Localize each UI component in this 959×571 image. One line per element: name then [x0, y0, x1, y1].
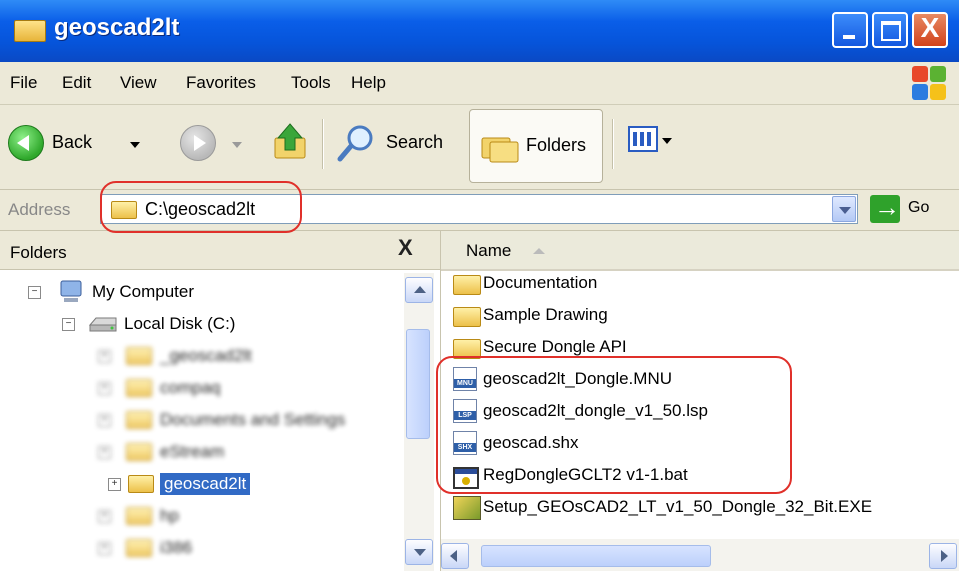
drive-icon — [88, 317, 117, 332]
expand-icon[interactable]: + — [98, 382, 111, 395]
scrollbar-thumb[interactable] — [481, 545, 711, 567]
close-button[interactable]: X — [912, 12, 948, 48]
folders-pane: Folders X − My Computer − Local Disk (C:… — [0, 231, 441, 571]
tree-item-label: Local Disk (C:) — [124, 314, 236, 333]
tree-item-label: _geoscad2lt — [160, 346, 252, 365]
tree-item-label: i386 — [160, 538, 193, 557]
folder-icon — [128, 475, 154, 493]
name-column-header[interactable]: Name — [466, 241, 511, 261]
scroll-down-icon[interactable] — [405, 539, 433, 565]
sort-ascending-icon — [533, 248, 545, 254]
expand-icon[interactable]: + — [98, 414, 111, 427]
menu-view[interactable]: View — [120, 73, 157, 93]
collapse-icon[interactable]: − — [28, 286, 41, 299]
scroll-up-icon[interactable] — [405, 277, 433, 303]
menu-bar: File Edit View Favorites Tools Help — [0, 62, 959, 105]
folder-icon — [126, 507, 152, 525]
folders-scrollbar[interactable] — [404, 273, 434, 571]
expand-icon[interactable]: + — [98, 350, 111, 363]
address-label: Address — [8, 200, 71, 219]
scroll-right-icon[interactable] — [929, 543, 957, 569]
menu-favorites[interactable]: Favorites — [186, 73, 256, 93]
tree-item-geoscad2lt[interactable]: + geoscad2lt — [0, 469, 400, 499]
expand-icon[interactable]: + — [98, 510, 111, 523]
file-row-documentation[interactable]: Documentation — [441, 269, 959, 299]
tree-item-label: Documents and Settings — [160, 410, 346, 429]
address-highlight-annotation — [100, 181, 302, 233]
folder-icon — [453, 307, 481, 327]
address-dropdown-button[interactable] — [832, 196, 856, 222]
column-header: Name — [441, 231, 959, 271]
folder-icon — [126, 443, 152, 461]
scrollbar-thumb[interactable] — [406, 329, 430, 439]
title-bar[interactable]: geoscad2lt X — [0, 0, 959, 62]
close-pane-icon[interactable]: X — [398, 235, 413, 261]
folder-icon — [126, 379, 152, 397]
windows-logo-icon — [912, 66, 946, 100]
folder-icon — [14, 20, 46, 42]
back-dropdown-icon[interactable] — [130, 142, 140, 148]
folder-icon — [126, 539, 152, 557]
up-folder-icon[interactable] — [272, 122, 308, 162]
expand-icon[interactable]: + — [98, 446, 111, 459]
menu-tools[interactable]: Tools — [291, 73, 331, 93]
folders-pane-header: Folders X — [0, 231, 440, 270]
file-row-setup-exe[interactable]: Setup_GEOsCAD2_LT_v1_50_Dongle_32_Bit.EX… — [441, 493, 959, 523]
files-highlight-annotation — [436, 356, 792, 494]
folder-icon — [453, 275, 481, 295]
menu-edit[interactable]: Edit — [62, 73, 91, 93]
menu-help[interactable]: Help — [351, 73, 386, 93]
tree-item-folder[interactable]: + i386 — [0, 533, 400, 563]
explorer-window: geoscad2lt X File Edit View Favorites To… — [0, 0, 959, 571]
file-list-hscrollbar[interactable] — [441, 539, 959, 571]
tree-item-folder[interactable]: + hp — [0, 501, 400, 531]
close-icon: X — [920, 12, 940, 43]
folders-pane-title: Folders — [10, 243, 67, 262]
back-arrow-icon[interactable] — [8, 125, 44, 161]
search-icon[interactable] — [336, 123, 376, 163]
forward-dropdown-icon[interactable] — [232, 142, 242, 148]
file-name: Sample Drawing — [483, 305, 608, 324]
tree-item-folder[interactable]: + Documents and Settings — [0, 405, 400, 435]
file-row-sample-drawing[interactable]: Sample Drawing — [441, 301, 959, 331]
tree-item-folder[interactable]: + _geoscad2lt — [0, 341, 400, 371]
tree-item-folder[interactable]: + eStream — [0, 437, 400, 467]
expand-icon[interactable]: + — [98, 542, 111, 555]
tree-item-label: compaq — [160, 378, 221, 397]
go-button-label[interactable]: Go — [908, 199, 929, 217]
folder-icon — [126, 347, 152, 365]
tree-item-label: eStream — [160, 442, 225, 461]
minimize-button[interactable] — [832, 12, 868, 48]
folders-button-label: Folders — [526, 135, 587, 155]
forward-arrow-icon[interactable] — [180, 125, 216, 161]
computer-icon — [60, 280, 82, 302]
installer-icon — [453, 496, 481, 520]
tree-item-label: geoscad2lt — [160, 473, 251, 495]
go-arrow-icon[interactable] — [870, 192, 900, 223]
folders-icon — [481, 137, 519, 163]
tree-item-folder[interactable]: + compaq — [0, 373, 400, 403]
toolbar-separator — [612, 119, 614, 169]
file-name: Documentation — [483, 273, 598, 292]
expand-icon[interactable]: + — [108, 478, 121, 491]
menu-file[interactable]: File — [10, 73, 37, 93]
search-button-label[interactable]: Search — [386, 132, 443, 153]
folders-button[interactable]: Folders — [469, 109, 603, 183]
maximize-button[interactable] — [872, 12, 908, 48]
views-dropdown-icon[interactable] — [662, 138, 672, 144]
tree-item-local-disk[interactable]: − Local Disk (C:) — [0, 309, 400, 339]
toolbar: Back Search Folders — [0, 105, 959, 190]
views-icon[interactable] — [628, 126, 658, 152]
window-title: geoscad2lt — [54, 14, 180, 41]
file-name: Setup_GEOsCAD2_LT_v1_50_Dongle_32_Bit.EX… — [483, 497, 873, 516]
toolbar-separator — [322, 119, 324, 169]
file-name: Secure Dongle API — [483, 337, 627, 356]
tree-item-label: My Computer — [92, 282, 195, 301]
back-button-label[interactable]: Back — [52, 132, 92, 153]
collapse-icon[interactable]: − — [62, 318, 75, 331]
tree-item-my-computer[interactable]: − My Computer — [0, 277, 400, 307]
scroll-left-icon[interactable] — [441, 543, 469, 569]
folder-icon — [126, 411, 152, 429]
tree-item-label: hp — [160, 506, 179, 525]
